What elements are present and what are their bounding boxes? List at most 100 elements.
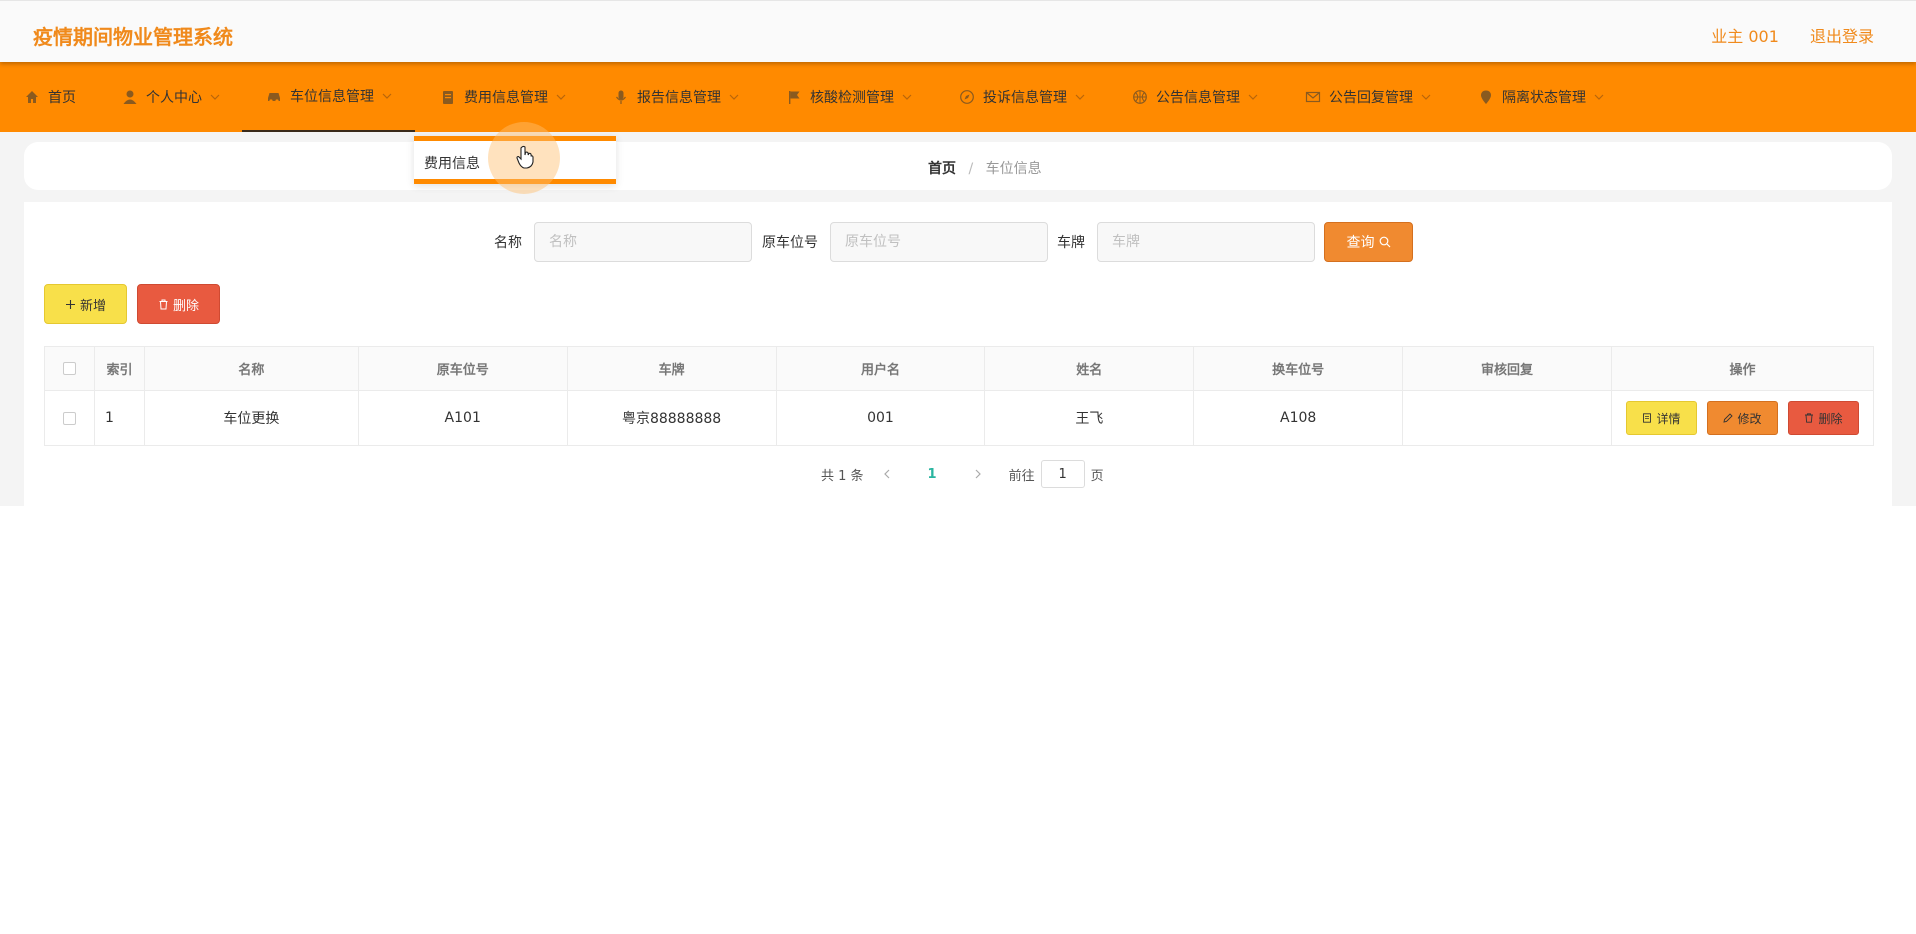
- document-icon: [1643, 413, 1652, 423]
- cell-ops: 详情 修改 删除: [1610, 390, 1875, 446]
- row-checkbox[interactable]: [62, 411, 76, 425]
- home-icon: [24, 89, 40, 105]
- breadcrumb: 首页 / 车位信息: [928, 158, 1042, 178]
- app-title: 疫情期间物业管理系统: [33, 25, 233, 49]
- nav-label: 首页: [48, 90, 76, 106]
- table-header-row: 索引 名称 原车位号 车牌 用户名 姓名 换车位号 审核回复 操作: [44, 346, 1875, 391]
- name-label: 名称: [494, 235, 522, 251]
- delete-label: 删除: [172, 298, 199, 314]
- cell-index: 1: [93, 390, 145, 446]
- row-delete-label: 删除: [1818, 411, 1843, 426]
- plus-icon: [65, 299, 75, 309]
- search-icon: [1379, 236, 1390, 248]
- row-actions: 详情 修改 删除: [1612, 401, 1873, 435]
- main-nav: 首页 个人中心 车位信息管理 费用信息管理 报告信息管理 核酸检测管理 投诉信息…: [0, 62, 1916, 132]
- column-header: 车牌: [566, 346, 777, 391]
- chevron-down-icon: [729, 94, 739, 100]
- orig-slot-label: 原车位号: [762, 235, 818, 251]
- basketball-icon: [1132, 89, 1148, 105]
- breadcrumb-home[interactable]: 首页: [928, 161, 956, 177]
- nav-item-parking-info[interactable]: 车位信息管理: [242, 62, 415, 132]
- nav-label: 公告回复管理: [1329, 90, 1413, 106]
- plate-label: 车牌: [1057, 235, 1085, 251]
- nav-item-personal-center[interactable]: 个人中心: [122, 62, 220, 132]
- nav-item-home[interactable]: 首页: [24, 62, 76, 132]
- query-button[interactable]: 查询: [1324, 222, 1413, 262]
- nav-label: 个人中心: [146, 90, 202, 106]
- edit-label: 修改: [1737, 411, 1762, 426]
- goto-page-input[interactable]: [1040, 460, 1085, 488]
- column-header: 审核回复: [1402, 346, 1612, 391]
- next-page-button[interactable]: [971, 467, 985, 481]
- nav-label: 费用信息管理: [464, 90, 548, 106]
- nav-label: 公告信息管理: [1156, 90, 1240, 106]
- select-all-checkbox[interactable]: [62, 362, 76, 375]
- breadcrumb-separator: /: [968, 161, 974, 177]
- nav-item-notice-reply[interactable]: 公告回复管理: [1305, 62, 1431, 132]
- edit-icon: [1723, 413, 1734, 423]
- name-input[interactable]: [534, 222, 752, 262]
- chevron-down-icon: [1594, 94, 1604, 100]
- page-number-1[interactable]: 1: [928, 467, 937, 482]
- user-area: 业主 001 退出登录: [1685, 23, 1874, 47]
- chevron-down-icon: [902, 94, 912, 100]
- microphone-icon: [613, 89, 629, 105]
- nav-label: 车位信息管理: [290, 89, 374, 105]
- dropdown-item-fee-info[interactable]: 费用信息: [424, 153, 480, 173]
- nav-label: 报告信息管理: [637, 90, 721, 106]
- chevron-down-icon: [1075, 94, 1085, 100]
- column-header: 原车位号: [357, 346, 568, 391]
- cell-name: 车位更换: [143, 390, 359, 446]
- nav-item-nucleic-test[interactable]: 核酸检测管理: [786, 62, 912, 132]
- nav-item-report-info[interactable]: 报告信息管理: [613, 62, 739, 132]
- column-header: 姓名: [984, 346, 1195, 391]
- row-select-cell: [44, 390, 95, 446]
- batch-delete-button[interactable]: 删除: [137, 284, 220, 324]
- nav-item-notice-info[interactable]: 公告信息管理: [1132, 62, 1258, 132]
- add-button[interactable]: 新增: [44, 284, 127, 324]
- total-count: 共 1 条: [821, 468, 864, 484]
- cell-orig-slot: A101: [357, 390, 568, 446]
- column-header: 名称: [143, 346, 359, 391]
- nav-item-quarantine-status[interactable]: 隔离状态管理: [1478, 62, 1604, 132]
- nav-label: 投诉信息管理: [983, 90, 1067, 106]
- nav-item-complaint-info[interactable]: 投诉信息管理: [959, 62, 1085, 132]
- hand-cursor-icon: [516, 145, 534, 169]
- nav-item-fee-info[interactable]: 费用信息管理: [440, 62, 566, 132]
- row-delete-button[interactable]: 删除: [1787, 401, 1859, 435]
- car-icon: [266, 88, 282, 104]
- chevron-down-icon: [556, 94, 566, 100]
- edit-button[interactable]: 修改: [1706, 401, 1778, 435]
- top-header: 疫情期间物业管理系统 业主 001 退出登录: [0, 0, 1916, 62]
- page-suffix: 页: [1090, 468, 1104, 484]
- chevron-down-icon: [382, 93, 392, 99]
- goto-label: 前往: [1008, 468, 1035, 484]
- table-row: 1 车位更换 A101 粤京88888888 001 王飞 A108 详情 修改: [44, 390, 1875, 446]
- detail-button[interactable]: 详情: [1625, 401, 1697, 435]
- cell-new-slot: A108: [1193, 390, 1404, 446]
- query-label: 查询: [1346, 235, 1375, 251]
- chevron-left-icon: [883, 469, 889, 479]
- user-name: 业主 001: [1711, 27, 1779, 46]
- nav-label: 核酸检测管理: [810, 90, 894, 106]
- user-icon: [122, 89, 138, 105]
- prev-page-button[interactable]: [880, 467, 894, 481]
- nav-label: 隔离状态管理: [1502, 90, 1586, 106]
- trash-icon: [159, 299, 168, 309]
- column-header: 换车位号: [1193, 346, 1404, 391]
- plate-input[interactable]: [1097, 222, 1315, 262]
- breadcrumb-bar: 首页 / 车位信息: [24, 142, 1892, 190]
- logout-link[interactable]: 退出登录: [1810, 27, 1874, 46]
- trash-icon: [1805, 413, 1814, 423]
- chevron-down-icon: [1248, 94, 1258, 100]
- breadcrumb-current: 车位信息: [985, 161, 1042, 177]
- cell-username: 001: [775, 390, 986, 446]
- cell-review: [1402, 390, 1612, 446]
- compass-icon: [959, 89, 975, 105]
- add-label: 新增: [79, 298, 106, 314]
- detail-label: 详情: [1656, 411, 1681, 426]
- chevron-down-icon: [1421, 94, 1431, 100]
- orig-slot-input[interactable]: [830, 222, 1048, 262]
- cell-realname: 王飞: [984, 390, 1195, 446]
- chevron-down-icon: [210, 94, 220, 100]
